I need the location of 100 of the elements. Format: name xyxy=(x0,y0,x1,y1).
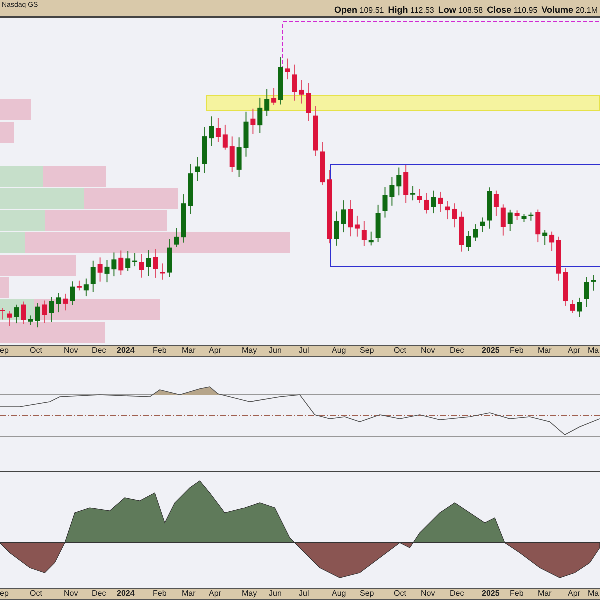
candlestick xyxy=(354,215,360,238)
candlestick xyxy=(292,64,298,102)
candlestick xyxy=(299,80,304,104)
axis-label: Sep xyxy=(360,589,374,599)
candlestick xyxy=(126,250,131,272)
candlestick xyxy=(376,204,381,243)
candlestick xyxy=(244,111,249,158)
axis-label: Jun xyxy=(269,346,282,356)
axis-label: Ma xyxy=(588,346,600,356)
candlestick xyxy=(181,194,186,244)
candlestick xyxy=(285,58,290,80)
candlestick xyxy=(584,276,590,308)
candlestick xyxy=(514,210,520,221)
candlestick xyxy=(28,315,34,326)
axis-label: Nov xyxy=(64,589,78,599)
candlestick xyxy=(528,212,534,222)
candlestick xyxy=(63,293,68,312)
candlestick xyxy=(480,217,486,233)
candlestick xyxy=(341,200,346,234)
candlestick xyxy=(222,124,228,150)
quote-value: Open 109.51 xyxy=(334,6,384,15)
axis-label: Dec xyxy=(450,589,464,599)
axis-label: Mar xyxy=(538,346,552,356)
candlestick xyxy=(160,263,166,280)
axis-label: 2024 xyxy=(117,589,135,599)
candlestick xyxy=(396,167,402,196)
candlestick xyxy=(577,297,582,318)
candlestick xyxy=(410,186,416,202)
candlestick xyxy=(445,200,450,220)
axis-label: Jul xyxy=(299,346,310,356)
quote-value: Close 110.95 xyxy=(487,6,538,15)
candlestick xyxy=(7,310,12,327)
axis-label: Apr xyxy=(568,589,580,599)
axis-label: Mar xyxy=(182,589,196,599)
axis-label: Mar xyxy=(538,589,552,599)
axis-label: Aug xyxy=(332,346,346,356)
candlestick xyxy=(431,190,436,214)
candlestick xyxy=(216,118,221,143)
candlestick xyxy=(542,230,548,246)
candlestick xyxy=(438,191,444,213)
axis-label: May xyxy=(242,589,258,599)
axis-label: Ma xyxy=(588,589,600,599)
candlestick xyxy=(140,254,144,278)
axis-label: Apr xyxy=(209,346,222,356)
axis-label: 2025 xyxy=(482,346,500,356)
candlestick xyxy=(76,280,82,292)
axis-label: Aug xyxy=(332,589,346,599)
candlestick xyxy=(153,248,158,278)
axis-label: Feb xyxy=(510,589,524,599)
candlestick xyxy=(459,211,464,252)
candlestick xyxy=(508,209,513,232)
candlestick xyxy=(418,189,422,204)
candlestick xyxy=(112,252,117,278)
candlestick xyxy=(550,231,555,252)
candlestick xyxy=(452,203,458,228)
candlestick xyxy=(21,301,26,325)
axis-label: ep xyxy=(0,346,9,356)
quote-value: High 112.53 xyxy=(388,6,434,15)
axis-label: Nov xyxy=(421,589,436,599)
axis-label: Feb xyxy=(153,346,167,356)
axis-label: Nov xyxy=(421,346,436,356)
axis-label: Mar xyxy=(182,346,196,356)
candlestick xyxy=(466,230,472,252)
candlestick xyxy=(591,274,596,292)
candlestick xyxy=(306,82,312,122)
candlestick xyxy=(362,220,367,246)
candlestick xyxy=(570,300,576,314)
candlestick xyxy=(230,136,235,173)
candlestick xyxy=(70,281,75,306)
axis-label: Nov xyxy=(64,346,78,356)
axis-label: Oct xyxy=(394,589,406,599)
candlestick xyxy=(236,137,242,178)
axis-label: Jun xyxy=(269,589,282,599)
candlestick xyxy=(250,108,256,135)
axis-label: Sep xyxy=(360,346,374,356)
candlestick xyxy=(278,56,284,106)
candlestick xyxy=(49,296,54,323)
axis-label: 2025 xyxy=(482,589,500,599)
candlestick xyxy=(563,268,568,306)
candlestick xyxy=(264,88,270,117)
candlestick xyxy=(536,209,541,244)
candlestick xyxy=(146,250,152,277)
candlestick xyxy=(188,164,194,215)
candlestick xyxy=(90,260,96,293)
candlestick xyxy=(487,187,492,230)
axis-label: 2024 xyxy=(117,346,135,356)
candlestick xyxy=(14,304,20,324)
candlestick xyxy=(0,308,6,320)
candlestick xyxy=(104,260,110,284)
volume-profile-bar xyxy=(0,99,31,120)
candlestick xyxy=(258,97,263,134)
candlestick xyxy=(424,192,430,214)
candlestick xyxy=(556,236,562,282)
candlestick xyxy=(348,200,353,238)
candlestick xyxy=(35,302,40,328)
candlestick xyxy=(313,106,318,157)
candlestick xyxy=(42,300,48,324)
axis-label: Apr xyxy=(209,589,222,599)
candlestick xyxy=(272,88,277,106)
candlestick xyxy=(494,190,499,217)
